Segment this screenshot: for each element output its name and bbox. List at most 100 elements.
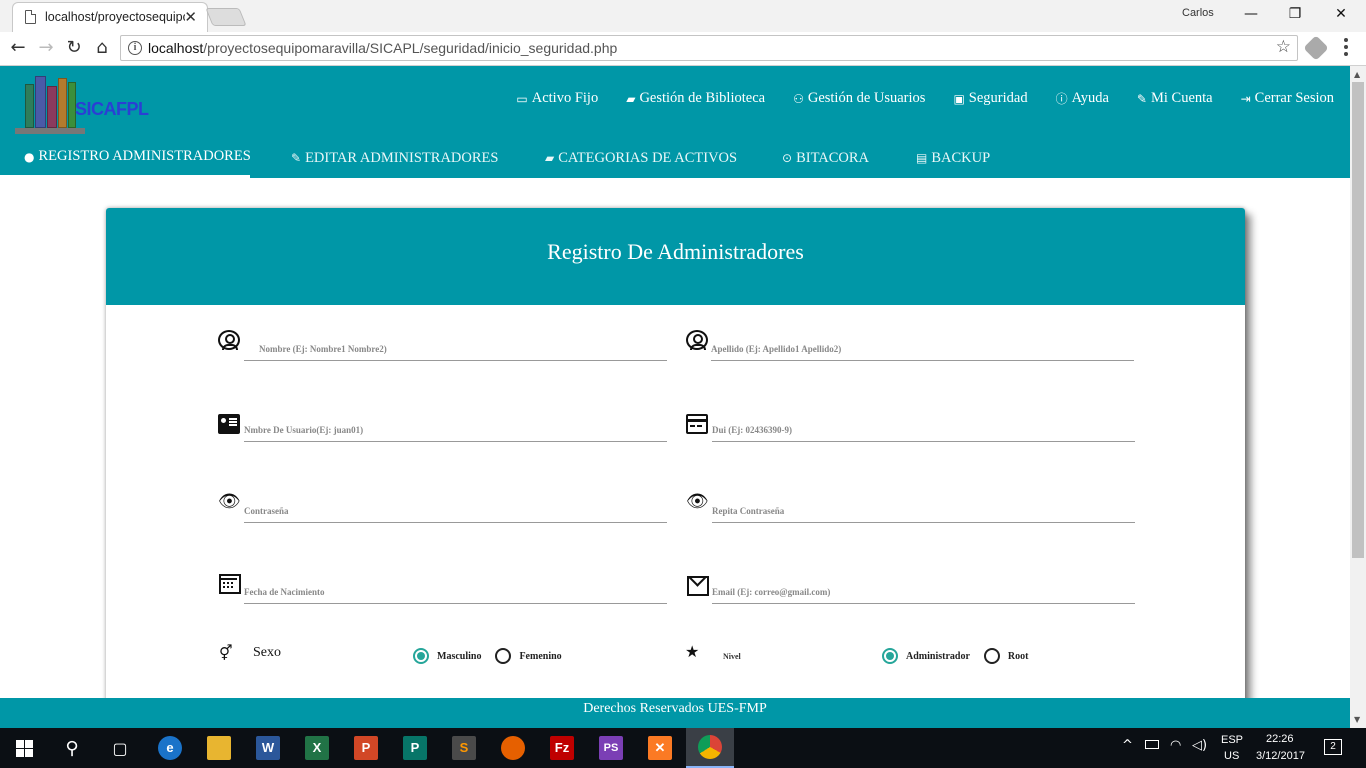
sub-navigation: ● REGISTRO ADMINISTRADORES ✎ EDITAR ADMI… (0, 136, 1350, 178)
id-card-icon (218, 414, 240, 434)
browser-toolbar: ← → ↻ ⌂ i localhost/proyectosequipomarav… (0, 32, 1366, 66)
calendar-icon (219, 574, 241, 594)
browser-tabstrip: localhost/proyectosequipomaravilla ✕ Car… (0, 0, 1366, 32)
users-icon: ⚇ (793, 91, 804, 106)
browser-profile-name[interactable]: Carlos (1182, 7, 1214, 19)
chrome-icon (698, 735, 722, 759)
powerpoint-app[interactable]: P (342, 728, 390, 768)
monitor-icon: ▭ (516, 91, 528, 106)
scroll-up-icon[interactable]: ▲ (1354, 70, 1360, 79)
eye-icon: 👁 (686, 491, 709, 512)
book-icon: ▰ (626, 91, 636, 106)
phpstorm-icon: PS (599, 736, 623, 760)
home-icon[interactable]: ⌂ (90, 36, 114, 60)
url-text[interactable]: localhost/proyectosequipomaravilla/SICAP… (148, 40, 617, 56)
masculino-radio[interactable] (413, 648, 429, 664)
close-window-button[interactable]: ✕ (1326, 3, 1356, 25)
tab-close-icon[interactable]: ✕ (184, 8, 197, 26)
nav-cerrar-sesion[interactable]: ⇥ Cerrar Sesion (1241, 90, 1334, 107)
tab-bitacora[interactable]: ⊙ BITACORA (782, 136, 869, 178)
site-logo[interactable]: SICAFPL (15, 72, 150, 134)
sexo-radio-group: Masculino Femenino (413, 648, 576, 664)
nav-mi-cuenta[interactable]: ✎ Mi Cuenta (1137, 90, 1213, 107)
user-circle-icon (218, 330, 240, 350)
root-label: Root (1007, 650, 1029, 662)
nivel-radio-group: Administrador Root (882, 648, 1042, 664)
address-bar[interactable]: i localhost/proyectosequipomaravilla/SIC… (120, 35, 1298, 61)
volume-icon[interactable]: ◁) (1192, 738, 1207, 768)
firefox-app[interactable] (489, 728, 537, 768)
save-icon: ▤ (916, 151, 928, 165)
notifications-icon[interactable]: 2 (1324, 739, 1342, 755)
word-app[interactable]: W (244, 728, 292, 768)
xampp-app[interactable]: ✕ (636, 728, 684, 768)
page-icon (25, 10, 36, 24)
sublime-icon: S (452, 736, 476, 760)
eye-icon: 👁 (218, 491, 241, 512)
site-header: SICAFPL ▭ Activo Fijo ▰ Gestión de Bibli… (0, 66, 1350, 178)
excel-app[interactable]: X (293, 728, 341, 768)
browser-menu-icon[interactable] (1343, 38, 1349, 58)
nav-gestion-biblioteca[interactable]: ▰ Gestión de Biblioteca (626, 90, 765, 107)
wifi-icon[interactable]: ◠ (1170, 738, 1181, 768)
back-icon[interactable]: ← (6, 36, 30, 60)
sexo-label: Sexo (253, 645, 281, 660)
registro-card: Registro De Administradores Nombre (Ej: … (106, 208, 1245, 728)
tab-title: localhost/proyectosequipomaravilla (45, 10, 185, 24)
language-bottom[interactable]: US (1224, 750, 1239, 768)
edge-app[interactable]: e (146, 728, 194, 768)
root-radio[interactable] (983, 648, 1000, 664)
chrome-app[interactable] (686, 728, 734, 768)
tab-registro-administradores[interactable]: ● REGISTRO ADMINISTRADORES (0, 136, 251, 178)
page-scrollbar[interactable]: ▲ ▼ (1350, 66, 1366, 728)
top-navigation: ▭ Activo Fijo ▰ Gestión de Biblioteca ⚇ … (488, 90, 1334, 107)
tab-backup[interactable]: ▤ BACKUP (916, 136, 990, 178)
word-icon: W (256, 736, 280, 760)
site-info-icon[interactable]: i (128, 41, 142, 55)
firefox-icon (501, 736, 525, 760)
femenino-label: Femenino (519, 650, 562, 662)
gender-icon: ⚥ (219, 644, 233, 662)
windows-taskbar: ⚲ ▢ e W X P P S Fz PS ✕ ^ ◠ ◁) ESP US 22… (0, 728, 1366, 768)
maximize-button[interactable]: ❐ (1280, 3, 1310, 25)
envelope-icon (687, 576, 709, 596)
show-hidden-icons[interactable]: ^ (1122, 738, 1133, 768)
nav-seguridad[interactable]: ▣ Seguridad (953, 90, 1027, 107)
scrollbar-thumb[interactable] (1352, 82, 1364, 558)
browser-tab[interactable]: localhost/proyectosequipomaravilla ✕ (12, 2, 208, 32)
new-tab-button[interactable] (205, 8, 247, 26)
publisher-icon: P (403, 736, 427, 760)
page-viewport: SICAFPL ▭ Activo Fijo ▰ Gestión de Bibli… (0, 66, 1350, 728)
edge-icon: e (158, 736, 182, 760)
nav-gestion-usuarios[interactable]: ⚇ Gestión de Usuarios (793, 90, 925, 107)
book-icon: ▰ (545, 151, 555, 165)
nav-ayuda[interactable]: ⓘ Ayuda (1056, 90, 1109, 107)
femenino-radio[interactable] (495, 648, 512, 664)
minimize-button[interactable]: — (1236, 3, 1266, 25)
forward-icon[interactable]: → (34, 36, 58, 60)
footer-text: Derechos Reservados UES-FMP (583, 701, 767, 716)
nav-activo-fijo[interactable]: ▭ Activo Fijo (516, 90, 598, 107)
xampp-icon: ✕ (648, 736, 672, 760)
tab-editar-administradores[interactable]: ✎ EDITAR ADMINISTRADORES (291, 136, 498, 178)
reload-icon[interactable]: ↻ (62, 36, 86, 60)
tab-categorias-activos[interactable]: ▰ CATEGORIAS DE ACTIVOS (545, 136, 737, 178)
administrador-radio[interactable] (882, 648, 898, 664)
publisher-app[interactable]: P (391, 728, 439, 768)
phpstorm-app[interactable]: PS (587, 728, 635, 768)
folder-icon (207, 736, 231, 760)
filezilla-app[interactable]: Fz (538, 728, 586, 768)
sublime-text-app[interactable]: S (440, 728, 488, 768)
edit-icon: ✎ (291, 151, 302, 165)
clock-date[interactable]: 3/12/2017 (1256, 750, 1305, 768)
scroll-down-icon[interactable]: ▼ (1354, 715, 1360, 724)
sign-out-icon: ⇥ (1240, 91, 1251, 106)
history-icon: ⊙ (782, 151, 793, 165)
search-icon[interactable]: ⚲ (48, 728, 96, 768)
powerpoint-icon: P (354, 736, 378, 760)
bookmark-star-icon[interactable]: ☆ (1276, 37, 1291, 57)
file-explorer-app[interactable] (195, 728, 243, 768)
task-view-icon[interactable]: ▢ (96, 728, 144, 768)
battery-icon[interactable] (1145, 740, 1159, 749)
start-button[interactable] (0, 728, 48, 768)
